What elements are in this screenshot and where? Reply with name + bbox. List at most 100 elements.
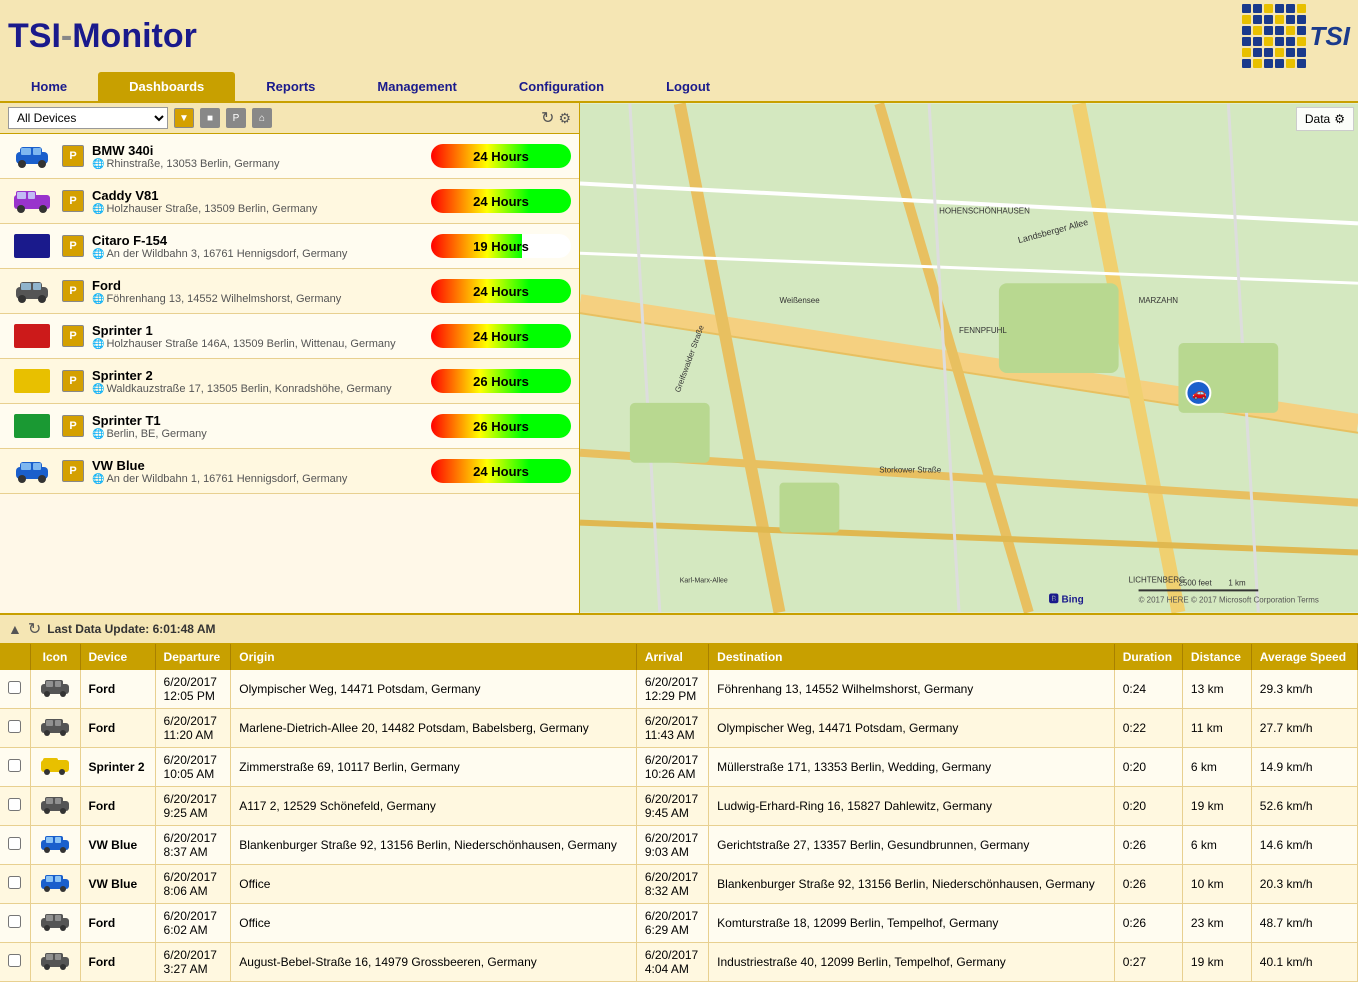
row-speed: 29.3 km/h xyxy=(1251,670,1357,709)
row-distance: 23 km xyxy=(1182,904,1251,943)
toolbar-btn-1[interactable]: ▼ xyxy=(174,108,194,128)
row-distance: 19 km xyxy=(1182,787,1251,826)
app-title: TSI-Monitor xyxy=(8,19,197,53)
row-departure: 6/20/2017 10:05 AM xyxy=(155,748,231,787)
left-toolbar: All Devices ▼ ■ P ⌂ ↻ ⚙ xyxy=(0,103,579,134)
nav-home[interactable]: Home xyxy=(0,72,98,101)
row-duration: 0:26 xyxy=(1114,865,1182,904)
row-checkbox[interactable] xyxy=(8,915,21,928)
row-checkbox-cell xyxy=(0,943,30,982)
vehicle-name: Sprinter T1 xyxy=(92,413,423,428)
vehicle-item[interactable]: P Sprinter 2 🌐 Waldkauzstraße 17, 13505 … xyxy=(0,359,579,404)
row-duration: 0:22 xyxy=(1114,709,1182,748)
row-departure: 6/20/2017 6:02 AM xyxy=(155,904,231,943)
parking-badge: P xyxy=(62,280,84,302)
nav-management[interactable]: Management xyxy=(346,72,487,101)
row-device: Ford xyxy=(80,943,155,982)
vehicle-item[interactable]: P Caddy V81 🌐 Holzhauser Straße, 13509 B… xyxy=(0,179,579,224)
row-checkbox[interactable] xyxy=(8,954,21,967)
title-monitor: Monitor xyxy=(72,17,197,55)
row-destination: Gerichtstraße 27, 13357 Berlin, Gesundbr… xyxy=(709,826,1115,865)
vehicle-address: 🌐 Waldkauzstraße 17, 13505 Berlin, Konra… xyxy=(92,383,423,395)
hours-text: 24 Hours xyxy=(473,149,529,164)
vehicle-address: 🌐 Holzhauser Straße, 13509 Berlin, Germa… xyxy=(92,203,423,215)
row-distance: 13 km xyxy=(1182,670,1251,709)
vehicle-item[interactable]: P VW Blue 🌐 An der Wildbahn 1, 16761 Hen… xyxy=(0,449,579,494)
vehicle-address: 🌐 Rhinstraße, 13053 Berlin, Germany xyxy=(92,158,423,170)
row-arrival: 6/20/2017 8:32 AM xyxy=(636,865,708,904)
row-icon-cell xyxy=(30,904,80,943)
row-destination: Olympischer Weg, 14471 Potsdam, Germany xyxy=(709,709,1115,748)
logo-tsi-text: TSI xyxy=(1310,21,1350,52)
parking-badge: P xyxy=(62,460,84,482)
vehicle-name: Citaro F-154 xyxy=(92,233,423,248)
nav-configuration[interactable]: Configuration xyxy=(488,72,635,101)
vehicle-item[interactable]: P BMW 340i 🌐 Rhinstraße, 13053 Berlin, G… xyxy=(0,134,579,179)
globe-icon: 🌐 xyxy=(92,474,104,485)
row-origin: Olympischer Weg, 14471 Potsdam, Germany xyxy=(231,670,637,709)
hours-bar: 19 Hours xyxy=(431,234,571,258)
hours-text: 24 Hours xyxy=(473,194,529,209)
vehicle-item[interactable]: P Ford 🌐 Föhrenhang 13, 14552 Wilhelmsho… xyxy=(0,269,579,314)
vehicle-item[interactable]: P Citaro F-154 🌐 An der Wildbahn 3, 1676… xyxy=(0,224,579,269)
row-checkbox[interactable] xyxy=(8,759,21,772)
vehicle-icon xyxy=(8,365,56,397)
nav-dashboards[interactable]: Dashboards xyxy=(98,72,235,101)
row-duration: 0:26 xyxy=(1114,826,1182,865)
svg-text:Weißensee: Weißensee xyxy=(779,296,820,305)
map-svg: Landsberger Allee Storkower Straße Greif… xyxy=(580,103,1358,613)
row-duration: 0:26 xyxy=(1114,904,1182,943)
col-check xyxy=(0,644,30,670)
row-device: Sprinter 2 xyxy=(80,748,155,787)
row-checkbox-cell xyxy=(0,865,30,904)
hours-text: 26 Hours xyxy=(473,374,529,389)
row-distance: 6 km xyxy=(1182,826,1251,865)
row-origin: Blankenburger Straße 92, 13156 Berlin, N… xyxy=(231,826,637,865)
row-checkbox[interactable] xyxy=(8,798,21,811)
device-select[interactable]: All Devices xyxy=(8,107,168,129)
row-origin: Office xyxy=(231,904,637,943)
vehicle-name: Sprinter 2 xyxy=(92,368,423,383)
nav-up-icon[interactable]: ▲ xyxy=(8,621,22,637)
row-checkbox-cell xyxy=(0,709,30,748)
row-icon-cell xyxy=(30,787,80,826)
row-speed: 14.9 km/h xyxy=(1251,748,1357,787)
bottom-refresh-button[interactable]: ↻ xyxy=(28,619,41,639)
table-row: Sprinter 2 6/20/2017 10:05 AM Zimmerstra… xyxy=(0,748,1358,787)
vehicle-name: Caddy V81 xyxy=(92,188,423,203)
settings-button[interactable]: ⚙ xyxy=(558,108,571,128)
row-distance: 10 km xyxy=(1182,865,1251,904)
vehicle-address: 🌐 An der Wildbahn 1, 16761 Hennigsdorf, … xyxy=(92,473,423,485)
nav-reports[interactable]: Reports xyxy=(235,72,346,101)
nav-logout[interactable]: Logout xyxy=(635,72,741,101)
map-settings-icon[interactable]: ⚙ xyxy=(1334,112,1345,126)
row-distance: 11 km xyxy=(1182,709,1251,748)
vehicle-icon xyxy=(8,455,56,487)
vehicle-icon xyxy=(8,320,56,352)
toolbar-btn-3[interactable]: P xyxy=(226,108,246,128)
row-checkbox-cell xyxy=(0,670,30,709)
refresh-button[interactable]: ↻ xyxy=(541,108,554,128)
table-row: Ford 6/20/2017 12:05 PM Olympischer Weg,… xyxy=(0,670,1358,709)
toolbar-btn-4[interactable]: ⌂ xyxy=(252,108,272,128)
vehicle-info: VW Blue 🌐 An der Wildbahn 1, 16761 Henni… xyxy=(92,458,423,485)
svg-text:FENNPFUHL: FENNPFUHL xyxy=(959,326,1007,335)
vehicle-name: Sprinter 1 xyxy=(92,323,423,338)
row-device: VW Blue xyxy=(80,865,155,904)
svg-text:Storkower Straße: Storkower Straße xyxy=(879,466,942,475)
vehicle-item[interactable]: P Sprinter 1 🌐 Holzhauser Straße 146A, 1… xyxy=(0,314,579,359)
row-duration: 0:20 xyxy=(1114,787,1182,826)
table-row: Ford 6/20/2017 6:02 AM Office 6/20/2017 … xyxy=(0,904,1358,943)
row-icon-cell xyxy=(30,865,80,904)
vehicle-item[interactable]: P Sprinter T1 🌐 Berlin, BE, Germany 26 H… xyxy=(0,404,579,449)
row-checkbox[interactable] xyxy=(8,720,21,733)
row-device: VW Blue xyxy=(80,826,155,865)
bottom-section: ▲ ↻ Last Data Update: 6:01:48 AM Icon De… xyxy=(0,613,1358,982)
col-icon: Icon xyxy=(30,644,80,670)
row-checkbox[interactable] xyxy=(8,837,21,850)
main-area: All Devices ▼ ■ P ⌂ ↻ ⚙ P BMW 340i 🌐 Rhi… xyxy=(0,103,1358,613)
row-checkbox[interactable] xyxy=(8,681,21,694)
toolbar-btn-2[interactable]: ■ xyxy=(200,108,220,128)
svg-text:🅱 Bing: 🅱 Bing xyxy=(1049,592,1084,605)
row-checkbox[interactable] xyxy=(8,876,21,889)
